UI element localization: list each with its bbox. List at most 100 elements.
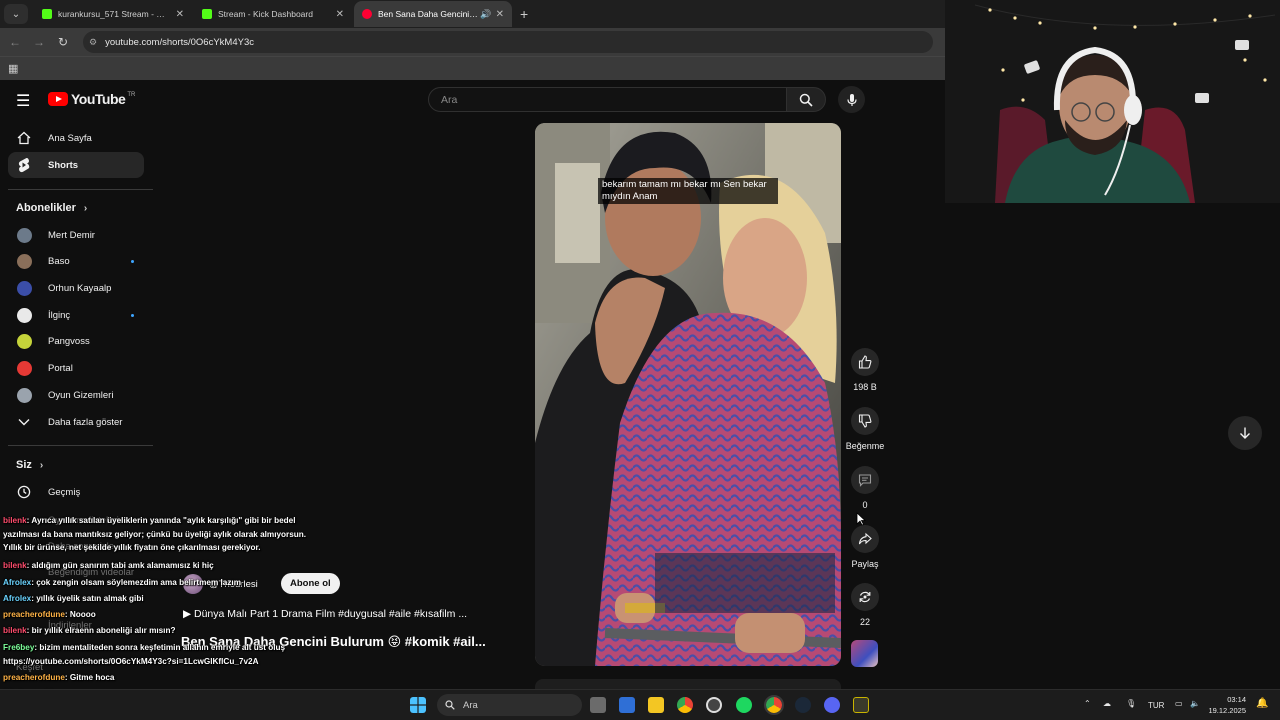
sidebar-item-label: Mert Demir <box>48 229 95 241</box>
search-icon <box>445 700 455 710</box>
section-title: Siz <box>16 459 32 471</box>
obs-icon[interactable] <box>706 697 722 713</box>
browser-tab-3[interactable]: Ben Sana Daha Gencini Bul 🔊 ✕ <box>354 1 512 27</box>
new-tab-icon[interactable]: + <box>520 6 528 22</box>
apps-grid-icon[interactable]: ▦ <box>8 62 18 75</box>
subscription-item[interactable]: Baso <box>8 249 144 275</box>
search-icon <box>799 93 813 107</box>
new-content-dot <box>131 313 134 317</box>
share-button[interactable] <box>851 525 879 553</box>
file-explorer-icon[interactable] <box>648 697 664 713</box>
chat-message: preacherofdune: Noooo <box>3 610 96 619</box>
speaker-icon[interactable]: 🔊 <box>480 9 491 20</box>
video-caption: bekarım tamam mı bekar mı Sen bekar mıyd… <box>598 178 778 204</box>
share-label: Paylaş <box>851 559 879 569</box>
shorts-video-player[interactable] <box>535 123 841 666</box>
app-icon[interactable] <box>853 697 869 713</box>
remix-button[interactable] <box>851 583 879 611</box>
subscribe-button[interactable]: Abone ol <box>281 573 340 594</box>
tray-overflow-icon[interactable]: ⌃ <box>1084 699 1091 708</box>
discord-icon[interactable] <box>824 697 840 713</box>
browser-tab-1[interactable]: kurankursu_571 Stream - Watc ✕ <box>34 1 192 27</box>
taskbar-clock[interactable]: 03:14 19.12.2025 <box>1196 694 1246 716</box>
notifications-icon[interactable]: 🔔 <box>1256 698 1268 709</box>
chat-message: Afrolex: çok zengin olsam söylemezdim am… <box>3 578 241 587</box>
sidebar-item-home[interactable]: Ana Sayfa <box>8 125 144 151</box>
menu-icon[interactable]: ☰ <box>16 91 30 111</box>
sidebar-show-more[interactable]: Daha fazla göster <box>8 409 144 435</box>
spotify-icon[interactable] <box>736 697 752 713</box>
tab-title: Stream - Kick Dashboard <box>218 9 313 19</box>
browser-tab-2[interactable]: Stream - Kick Dashboard ✕ <box>194 1 352 27</box>
like-count: 198 B <box>853 382 877 392</box>
subscription-item[interactable]: İlginç <box>8 302 144 328</box>
sidebar-item-history[interactable]: Geçmiş <box>8 479 144 505</box>
next-short-button[interactable] <box>1228 416 1262 450</box>
avatar <box>16 361 32 376</box>
avatar <box>16 307 32 323</box>
chat-text: : aldığım gün sanırım tabi amk alamamısı… <box>26 561 214 570</box>
kick-icon <box>42 9 52 19</box>
subscription-item[interactable]: Oyun Gizemleri <box>8 382 144 408</box>
microphone-tray-icon[interactable]: 🎙 <box>1126 699 1136 708</box>
sidebar-item-shorts[interactable]: Shorts <box>8 152 144 178</box>
chat-message: https://youtube.com/shorts/0O6cYkM4Y3c?s… <box>3 657 258 666</box>
store-icon[interactable] <box>619 697 635 713</box>
dislike-button[interactable] <box>851 407 879 435</box>
chat-username: preacherofdune <box>3 673 65 682</box>
language-indicator[interactable]: TUR <box>1148 701 1164 710</box>
share-action: Paylaş <box>845 525 885 569</box>
url-field[interactable]: ⚙ youtube.com/shorts/0O6cYkM4Y3c <box>83 31 933 53</box>
subscription-item[interactable]: Mert Demir <box>8 222 144 248</box>
sidebar-item-label: Orhun Kayaalp <box>48 282 112 294</box>
like-button[interactable] <box>851 348 879 376</box>
forward-icon[interactable]: → <box>27 35 51 49</box>
close-tab-icon[interactable]: ✕ <box>176 9 184 20</box>
chat-text: : çok zengin olsam söylemezdim ama belir… <box>31 578 241 587</box>
dislike-label: Beğenme <box>845 441 885 451</box>
youtube-logo[interactable]: YouTube TR <box>48 91 135 107</box>
back-icon[interactable]: ← <box>3 35 27 49</box>
subscriptions-header[interactable]: Abonelikler › <box>16 202 87 214</box>
playlist-link[interactable]: ▶ Dünya Malı Part 1 Drama Film #duygusal… <box>183 608 467 620</box>
sound-thumbnail[interactable] <box>851 640 878 667</box>
comment-count: 0 <box>862 500 868 510</box>
chat-message: preacherofdune: Gitme hoca <box>3 673 114 682</box>
windows-start-icon[interactable] <box>410 697 426 713</box>
you-header[interactable]: Siz › <box>16 459 43 471</box>
close-tab-icon[interactable]: ✕ <box>496 9 504 20</box>
cloud-icon[interactable]: ☁ <box>1103 699 1111 708</box>
search-input[interactable]: Ara <box>428 87 787 112</box>
chat-message: bilenk: bir yıllık elraenn aboneliği alı… <box>3 626 175 635</box>
screen: ⌄ kurankursu_571 Stream - Watc ✕ Stream … <box>0 0 1280 720</box>
address-bar-row: ← → ↻ ⚙ youtube.com/shorts/0O6cYkM4Y3c <box>0 28 945 56</box>
subscription-item[interactable]: Orhun Kayaalp <box>8 275 144 301</box>
chat-username: bilenk <box>3 561 27 570</box>
tab-search-button[interactable]: ⌄ <box>4 4 28 24</box>
close-tab-icon[interactable]: ✕ <box>336 9 344 20</box>
clock-time: 03:14 <box>1227 695 1246 704</box>
comments-button[interactable] <box>851 466 879 494</box>
task-view-icon[interactable] <box>590 697 606 713</box>
tab-title: Ben Sana Daha Gencini Bul <box>378 9 479 19</box>
remix-icon <box>859 591 871 603</box>
taskbar-search[interactable]: Ara <box>437 694 582 716</box>
network-icon[interactable]: ▭ <box>1175 699 1183 708</box>
divider <box>8 445 153 446</box>
chat-username: bilenk <box>3 626 27 635</box>
subscription-item[interactable]: Pangvoss <box>8 329 144 355</box>
chat-message: yazılması da bana mantıksız geliyor; çün… <box>3 530 306 539</box>
search-button[interactable] <box>786 87 826 112</box>
chrome-active-icon[interactable] <box>764 695 784 715</box>
voice-search-button[interactable] <box>838 86 865 113</box>
chat-text: Yıllık bir ürünse, net şekilde yıllık fi… <box>3 543 261 552</box>
site-info-icon[interactable]: ⚙ <box>89 37 97 48</box>
sidebar-item-label: Baso <box>48 256 70 268</box>
steam-icon[interactable] <box>795 697 811 713</box>
reload-icon[interactable]: ↻ <box>51 35 75 49</box>
subscription-item[interactable]: Portal <box>8 356 144 382</box>
video-frame <box>535 123 841 666</box>
chrome-icon[interactable] <box>677 697 693 713</box>
remix-count: 22 <box>859 617 870 627</box>
chat-message: bilenk: aldığım gün sanırım tabi amk ala… <box>3 561 214 570</box>
